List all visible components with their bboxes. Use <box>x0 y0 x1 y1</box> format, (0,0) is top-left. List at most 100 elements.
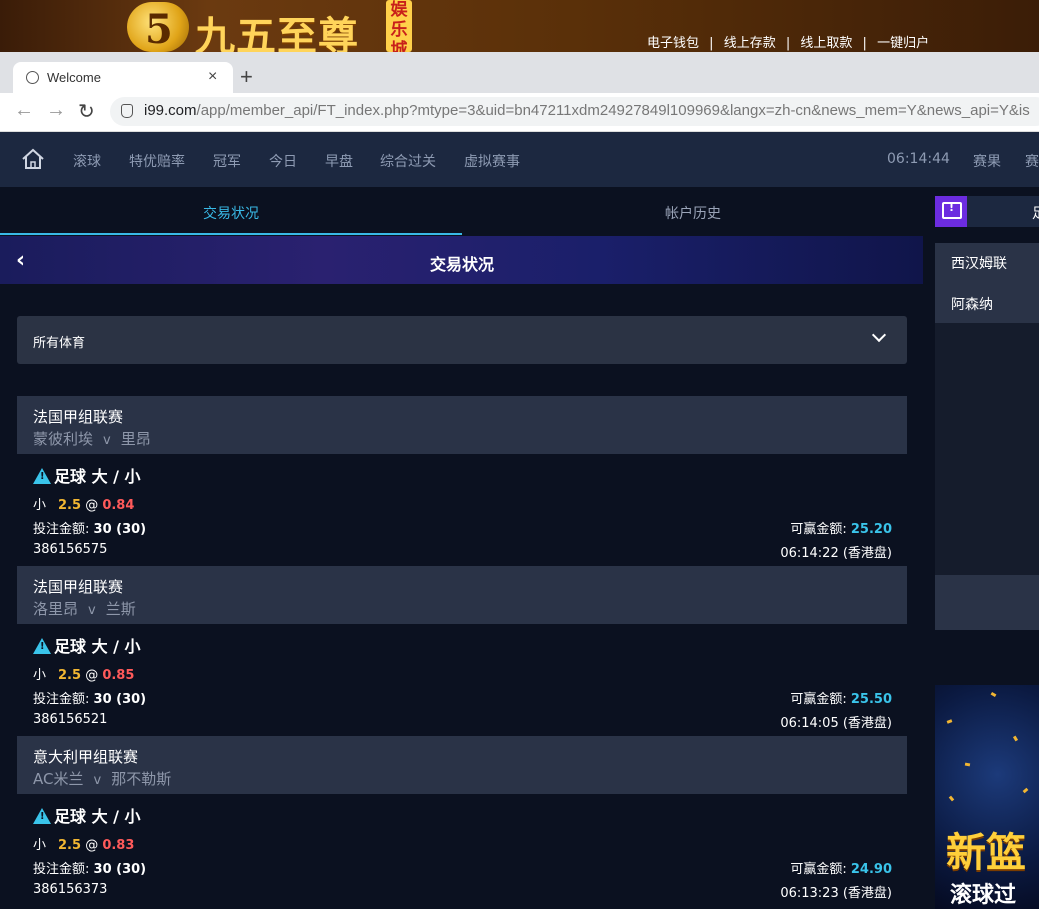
promo-subtitle: 滚球过 <box>950 883 1017 908</box>
league-name: 法国甲组联赛 <box>33 408 124 426</box>
nav-inplay[interactable]: 滚球 <box>73 151 101 171</box>
potential-win: 可赢金额: 25.20 <box>790 518 892 537</box>
bet-type-label: 足球 大 / 小 <box>54 807 141 826</box>
nav-outright[interactable]: 冠军 <box>213 151 241 171</box>
logo-number: 5 <box>145 6 173 52</box>
url-text: i99.com/app/member_api/FT_index.php?mtyp… <box>144 102 1030 119</box>
nav-early[interactable]: 早盘 <box>325 151 353 171</box>
bet-type: 足球 大 / 小 <box>33 463 141 487</box>
bet-selection: 小 2.5 @ 0.85 <box>33 664 134 683</box>
league-header: 意大利甲组联赛 AC米兰 v 那不勒斯 <box>17 736 907 794</box>
stake-value: 30 (30) <box>93 692 147 707</box>
right-panel-tab-label: 足 <box>1032 203 1039 223</box>
ticket-id: 386156373 <box>33 882 108 897</box>
league-name: 意大利甲组联赛 <box>33 748 139 766</box>
ticket-id: 386156575 <box>33 542 108 557</box>
warning-icon <box>33 808 51 824</box>
list-item[interactable]: 西汉姆联 <box>951 253 1007 273</box>
nav-more[interactable]: 赛 <box>1025 151 1039 171</box>
tab-transactions[interactable]: 交易状况 <box>203 203 259 223</box>
right-panel-tab[interactable] <box>967 196 1039 227</box>
url-domain: i99.com <box>144 102 197 119</box>
chat-icon[interactable] <box>935 196 967 227</box>
bet-selection: 小 2.5 @ 0.84 <box>33 494 134 513</box>
vs-label: v <box>103 433 111 448</box>
link-e-wallet[interactable]: 电子钱包 <box>647 36 699 51</box>
reload-button[interactable]: ↻ <box>78 99 95 124</box>
nav-today[interactable]: 今日 <box>269 151 297 171</box>
sport-filter-select[interactable] <box>17 316 907 364</box>
link-deposit[interactable]: 线上存款 <box>724 36 776 51</box>
match-teams: AC米兰 v 那不勒斯 <box>33 768 171 789</box>
back-icon[interactable]: ‹ <box>16 248 25 273</box>
potential-win: 可赢金额: 25.50 <box>790 688 892 707</box>
close-icon[interactable]: × <box>208 68 217 86</box>
match-teams: 蒙彼利埃 v 里昂 <box>33 428 151 449</box>
ticket-id: 386156521 <box>33 712 108 727</box>
bet-selection: 小 2.5 @ 0.83 <box>33 834 134 853</box>
win-value: 25.20 <box>850 522 892 537</box>
stake: 投注金额: 30 (30) <box>33 858 146 877</box>
clock: 06:14:44 <box>887 151 950 167</box>
nav-parlay[interactable]: 综合过关 <box>380 151 436 171</box>
promo-title: 新篮 <box>946 829 1026 876</box>
stake-label: 投注金额: <box>33 522 90 537</box>
win-value: 24.90 <box>850 862 892 877</box>
forward-button[interactable]: → <box>46 99 66 122</box>
home-icon[interactable] <box>21 148 45 170</box>
tab-title: Welcome <box>47 70 101 85</box>
active-tab-indicator <box>0 233 462 235</box>
logo-text: 九五至尊 <box>195 13 359 52</box>
back-button[interactable]: ← <box>14 99 34 122</box>
vs-label: v <box>93 773 102 788</box>
stake-value: 30 (30) <box>93 522 147 537</box>
selection: 小 <box>33 498 47 513</box>
home-team: 洛里昂 <box>33 600 79 618</box>
tab-account-history[interactable]: 帐户历史 <box>665 203 721 223</box>
odds: 0.85 <box>102 668 135 683</box>
lock-icon <box>121 104 133 118</box>
separator: | <box>785 36 791 51</box>
video-controls <box>935 575 1039 630</box>
url-path: /app/member_api/FT_index.php?mtype=3&uid… <box>196 102 1030 119</box>
page-title: 交易状况 <box>430 255 495 274</box>
vs-label: v <box>88 603 96 618</box>
sport-filter-value: 所有体育 <box>33 336 86 351</box>
win-label: 可赢金额: <box>790 522 847 537</box>
bet-type: 足球 大 / 小 <box>33 633 141 657</box>
logo-sub: 娱乐城 <box>386 0 412 52</box>
win-label: 可赢金额: <box>790 862 847 877</box>
link-withdraw[interactable]: 线上取款 <box>800 36 852 51</box>
stake-label: 投注金额: <box>33 862 90 877</box>
new-tab-button[interactable]: + <box>240 64 253 90</box>
link-consolidate[interactable]: 一键归户 <box>877 36 929 51</box>
subtabs <box>0 187 923 235</box>
nav-best-odds[interactable]: 特优赔率 <box>129 151 185 171</box>
stake-value: 30 (30) <box>93 862 147 877</box>
league-name: 法国甲组联赛 <box>33 578 124 596</box>
warning-icon <box>33 638 51 654</box>
bet-time: 06:14:22 (香港盘) <box>780 546 892 561</box>
bet-type-label: 足球 大 / 小 <box>54 637 141 656</box>
nav-virtual[interactable]: 虚拟赛事 <box>464 151 520 171</box>
browser-tab[interactable] <box>13 62 233 93</box>
odds: 0.83 <box>102 838 135 853</box>
at-sign: @ <box>85 838 99 853</box>
separator: | <box>862 36 867 51</box>
away-team: 里昂 <box>120 430 151 448</box>
list-item[interactable]: 阿森纳 <box>951 294 993 314</box>
casino-banner: 5 九五至尊 娱乐城 电子钱包 | 线上存款 | 线上取款 | 一键归户 <box>0 0 1039 52</box>
separator: | <box>709 36 714 51</box>
bet-time: 06:13:23 (香港盘) <box>780 886 892 901</box>
bet-time: 06:14:05 (香港盘) <box>780 716 892 731</box>
home-team: AC米兰 <box>33 770 84 788</box>
stake-label: 投注金额: <box>33 692 90 707</box>
odds: 0.84 <box>102 498 135 513</box>
bet-type-label: 足球 大 / 小 <box>54 467 141 486</box>
handicap-line: 2.5 <box>58 498 82 513</box>
away-team: 那不勒斯 <box>111 770 172 788</box>
home-team: 蒙彼利埃 <box>33 430 94 448</box>
potential-win: 可赢金额: 24.90 <box>790 858 892 877</box>
nav-results[interactable]: 赛果 <box>973 151 1001 171</box>
stake: 投注金额: 30 (30) <box>33 518 146 537</box>
